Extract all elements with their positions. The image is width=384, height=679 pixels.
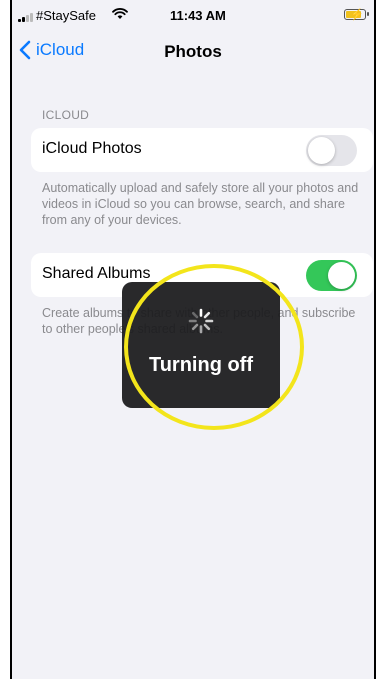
carrier-name: #StaySafe: [36, 8, 96, 23]
turning-off-hud: Turning off: [122, 282, 280, 408]
icloud-photos-toggle[interactable]: [306, 135, 357, 166]
navigation-bar: iCloud Photos: [12, 32, 374, 68]
shared-albums-toggle[interactable]: [306, 260, 357, 291]
charging-bolt-icon: ⚡: [350, 9, 364, 21]
hud-label: Turning off: [148, 354, 254, 376]
signal-strength-icon: [18, 12, 34, 22]
icloud-photos-row: iCloud Photos: [31, 128, 373, 172]
shared-albums-label: Shared Albums: [42, 265, 151, 282]
section-header: ICLOUD: [42, 108, 90, 122]
phone-screen: #StaySafe 11:43 AM ⚡ iCloud Photos ICLOU…: [10, 0, 376, 679]
icloud-photos-description: Automatically upload and safely store al…: [42, 181, 359, 227]
toggle-knob: [328, 262, 355, 289]
wifi-icon: [112, 8, 128, 19]
status-bar: #StaySafe 11:43 AM ⚡: [12, 0, 374, 32]
clock: 11:43 AM: [170, 8, 226, 23]
page-title: Photos: [164, 42, 222, 61]
icloud-photos-label: iCloud Photos: [42, 140, 142, 157]
battery-icon: ⚡: [344, 9, 369, 21]
toggle-knob: [308, 137, 335, 164]
activity-spinner-icon: [188, 308, 214, 334]
